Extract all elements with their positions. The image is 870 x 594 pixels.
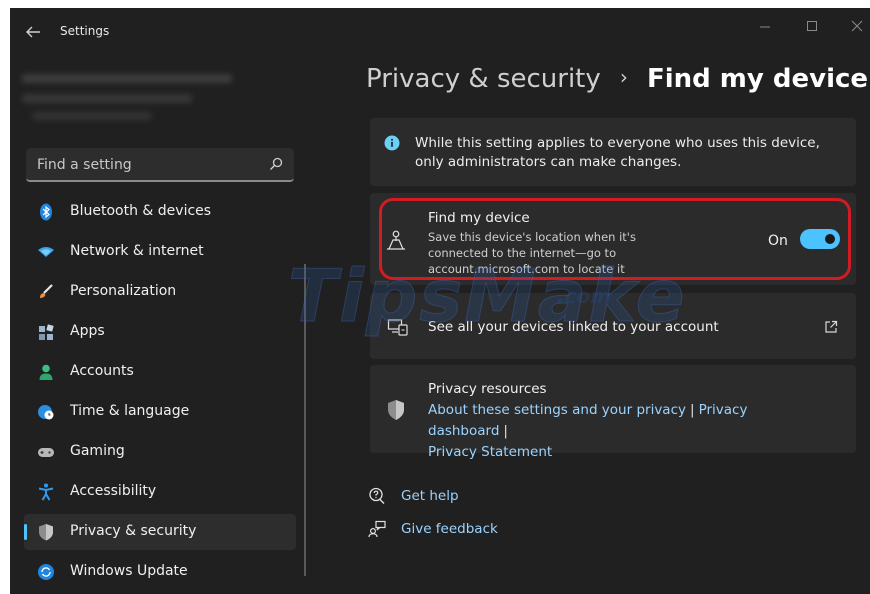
sidebar-item-windows-update[interactable]: Windows Update <box>24 554 296 590</box>
info-icon <box>384 135 400 151</box>
get-help-link[interactable]: Get help <box>401 488 459 504</box>
sidebar-item-network-internet[interactable]: Network & internet <box>24 234 296 270</box>
watermark-logo: TipsMake <box>288 254 687 339</box>
app-title: Settings <box>60 24 110 38</box>
external-link-icon[interactable] <box>824 319 838 333</box>
close-icon[interactable] <box>845 14 869 38</box>
title-bar: Settings <box>10 8 870 54</box>
update-icon <box>36 562 56 582</box>
search-icon[interactable] <box>268 156 284 172</box>
apps-icon <box>36 322 56 342</box>
help-chat-icon <box>368 487 386 505</box>
sidebar-item-label: Privacy & security <box>70 523 197 539</box>
back-arrow-icon[interactable] <box>22 22 44 42</box>
watermark-suffix: .com <box>557 284 612 308</box>
search-input[interactable]: Find a setting <box>37 157 132 173</box>
breadcrumb-parent[interactable]: Privacy & security <box>366 64 601 94</box>
sidebar-item-personalization[interactable]: Personalization <box>24 274 296 310</box>
sidebar-item-gaming[interactable]: Gaming <box>24 434 296 470</box>
maximize-icon[interactable] <box>800 14 824 38</box>
shield-icon <box>36 522 56 542</box>
sidebar-item-accessibility[interactable]: Accessibility <box>24 474 296 510</box>
sidebar-item-label: Gaming <box>70 443 125 459</box>
link-separator: | <box>690 402 695 418</box>
privacy-resources-title: Privacy resources <box>428 381 547 397</box>
gamepad-icon <box>36 442 56 462</box>
privacy-statement-link[interactable]: Privacy Statement <box>428 444 552 460</box>
about-privacy-link[interactable]: About these settings and your privacy <box>428 402 686 418</box>
wifi-icon <box>36 242 56 262</box>
sidebar-item-label: Bluetooth & devices <box>70 203 212 219</box>
account-info-blurred <box>22 70 247 126</box>
info-message: While this setting applies to everyone w… <box>415 135 820 170</box>
breadcrumb-separator: › <box>619 65 628 89</box>
sidebar-item-time-language[interactable]: Time & language <box>24 394 296 430</box>
link-separator: | <box>503 423 508 439</box>
privacy-links: About these settings and your privacy | Pr… <box>428 400 828 463</box>
sidebar-item-label: Accessibility <box>70 483 157 499</box>
give-feedback-link[interactable]: Give feedback <box>401 521 498 537</box>
privacy-resources-card: Privacy resources About these settings a… <box>370 365 856 460</box>
sidebar-item-bluetooth-devices[interactable]: Bluetooth & devices <box>24 194 296 230</box>
shield-icon <box>385 398 407 422</box>
page-title: Find my device <box>646 64 869 94</box>
sidebar-item-label: Time & language <box>70 403 190 419</box>
breadcrumb: Privacy & security › Find my device <box>366 64 868 104</box>
feedback-icon <box>368 520 386 538</box>
sidebar-item-accounts[interactable]: Accounts <box>24 354 296 390</box>
globe-clock-icon <box>36 402 56 422</box>
sidebar-item-apps[interactable]: Apps <box>24 314 296 350</box>
sidebar-item-label: Windows Update <box>70 563 188 579</box>
sidebar-item-label: Accounts <box>70 363 134 379</box>
bluetooth-icon <box>36 202 56 222</box>
search-box[interactable]: Find a setting <box>26 148 294 182</box>
sidebar-item-label: Network & internet <box>70 243 204 259</box>
selection-indicator <box>24 524 27 540</box>
admin-info-card: While this setting applies to everyone w… <box>370 118 856 186</box>
settings-window: Settings Find a setting Bluetooth & devi… <box>10 8 870 594</box>
sidebar-nav: Bluetooth & devices Network & internet P… <box>24 194 296 594</box>
accessibility-icon <box>36 482 56 502</box>
sidebar-item-label: Personalization <box>70 283 177 299</box>
brush-icon <box>36 282 56 302</box>
person-icon <box>36 362 56 382</box>
minimize-icon[interactable] <box>753 14 777 38</box>
sidebar-item-label: Apps <box>70 323 105 339</box>
sidebar-item-privacy-security[interactable]: Privacy & security <box>24 514 296 550</box>
